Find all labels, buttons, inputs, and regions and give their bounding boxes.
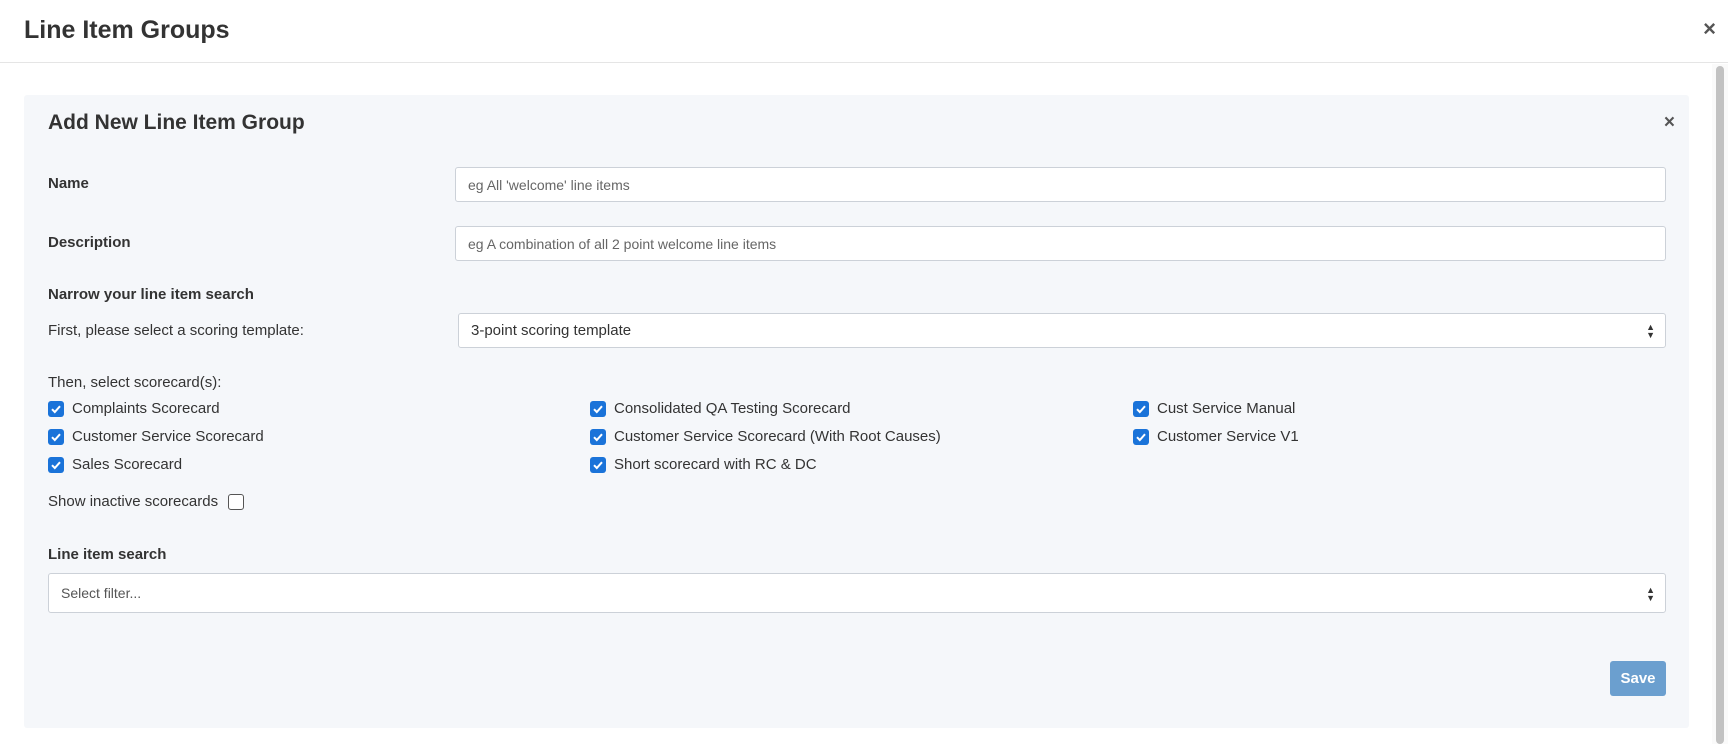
check-icon[interactable] bbox=[590, 428, 606, 445]
scorecard-label: Cust Service Manual bbox=[1157, 400, 1296, 417]
check-icon[interactable] bbox=[1133, 428, 1149, 445]
name-label: Name bbox=[48, 175, 89, 192]
modal-title: Line Item Groups bbox=[24, 16, 230, 44]
check-icon[interactable] bbox=[590, 400, 606, 417]
scorecard-checkbox-short-rc-dc[interactable]: Short scorecard with RC & DC bbox=[590, 456, 817, 473]
show-inactive-checkbox[interactable]: Show inactive scorecards bbox=[48, 493, 245, 510]
scorecard-label: Sales Scorecard bbox=[72, 456, 183, 473]
chevron-updown-icon: ▲ ▼ bbox=[1646, 322, 1655, 340]
check-icon[interactable] bbox=[1133, 400, 1149, 417]
unchecked-box-icon[interactable] bbox=[228, 493, 245, 510]
scorecards-label: Then, select scorecard(s): bbox=[48, 374, 222, 391]
scrollbar-thumb[interactable] bbox=[1716, 66, 1724, 744]
scorecard-checkbox-sales[interactable]: Sales Scorecard bbox=[48, 456, 182, 473]
save-button[interactable]: Save bbox=[1610, 661, 1666, 696]
panel-title: Add New Line Item Group bbox=[48, 111, 305, 134]
close-icon[interactable]: × bbox=[1703, 18, 1716, 40]
description-input[interactable] bbox=[455, 226, 1666, 261]
line-item-search-select[interactable]: Select filter... ▲ ▼ bbox=[48, 573, 1666, 613]
scoring-template-value: 3-point scoring template bbox=[471, 322, 632, 339]
scorecard-label: Complaints Scorecard bbox=[72, 400, 220, 417]
check-icon[interactable] bbox=[48, 400, 64, 417]
line-item-groups-modal: Line Item Groups × Add New Line Item Gro… bbox=[0, 0, 1728, 744]
check-icon[interactable] bbox=[48, 428, 64, 445]
description-label: Description bbox=[48, 234, 131, 251]
close-icon[interactable]: × bbox=[1664, 112, 1675, 134]
scorecard-checkbox-customer-service-root-causes[interactable]: Customer Service Scorecard (With Root Ca… bbox=[590, 428, 941, 445]
scorecard-label: Customer Service V1 bbox=[1157, 428, 1299, 445]
show-inactive-label: Show inactive scorecards bbox=[48, 493, 219, 510]
name-input[interactable] bbox=[455, 167, 1666, 202]
scorecard-label: Consolidated QA Testing Scorecard bbox=[614, 400, 851, 417]
line-item-search-label: Line item search bbox=[48, 546, 167, 563]
narrow-search-heading: Narrow your line item search bbox=[48, 286, 254, 303]
scorecard-label: Customer Service Scorecard bbox=[72, 428, 264, 445]
scorecard-label: Short scorecard with RC & DC bbox=[614, 456, 817, 473]
scorecard-checkbox-customer-service-v1[interactable]: Customer Service V1 bbox=[1133, 428, 1299, 445]
scorecard-label: Customer Service Scorecard (With Root Ca… bbox=[614, 428, 941, 445]
check-icon[interactable] bbox=[590, 456, 606, 473]
scorecard-checkbox-consolidated-qa[interactable]: Consolidated QA Testing Scorecard bbox=[590, 400, 851, 417]
modal-header: Line Item Groups × bbox=[0, 0, 1728, 63]
scoring-template-label: First, please select a scoring template: bbox=[48, 322, 304, 339]
scorecard-checkbox-cust-service-manual[interactable]: Cust Service Manual bbox=[1133, 400, 1295, 417]
add-line-item-group-panel: Add New Line Item Group × Name Descripti… bbox=[24, 95, 1689, 728]
scoring-template-select[interactable]: 3-point scoring template ▲ ▼ bbox=[458, 313, 1666, 348]
scorecard-checkbox-complaints[interactable]: Complaints Scorecard bbox=[48, 400, 220, 417]
check-icon[interactable] bbox=[48, 456, 64, 473]
line-item-search-placeholder: Select filter... bbox=[61, 585, 142, 601]
chevron-updown-icon: ▲ ▼ bbox=[1646, 585, 1655, 603]
scorecard-checkbox-customer-service[interactable]: Customer Service Scorecard bbox=[48, 428, 264, 445]
